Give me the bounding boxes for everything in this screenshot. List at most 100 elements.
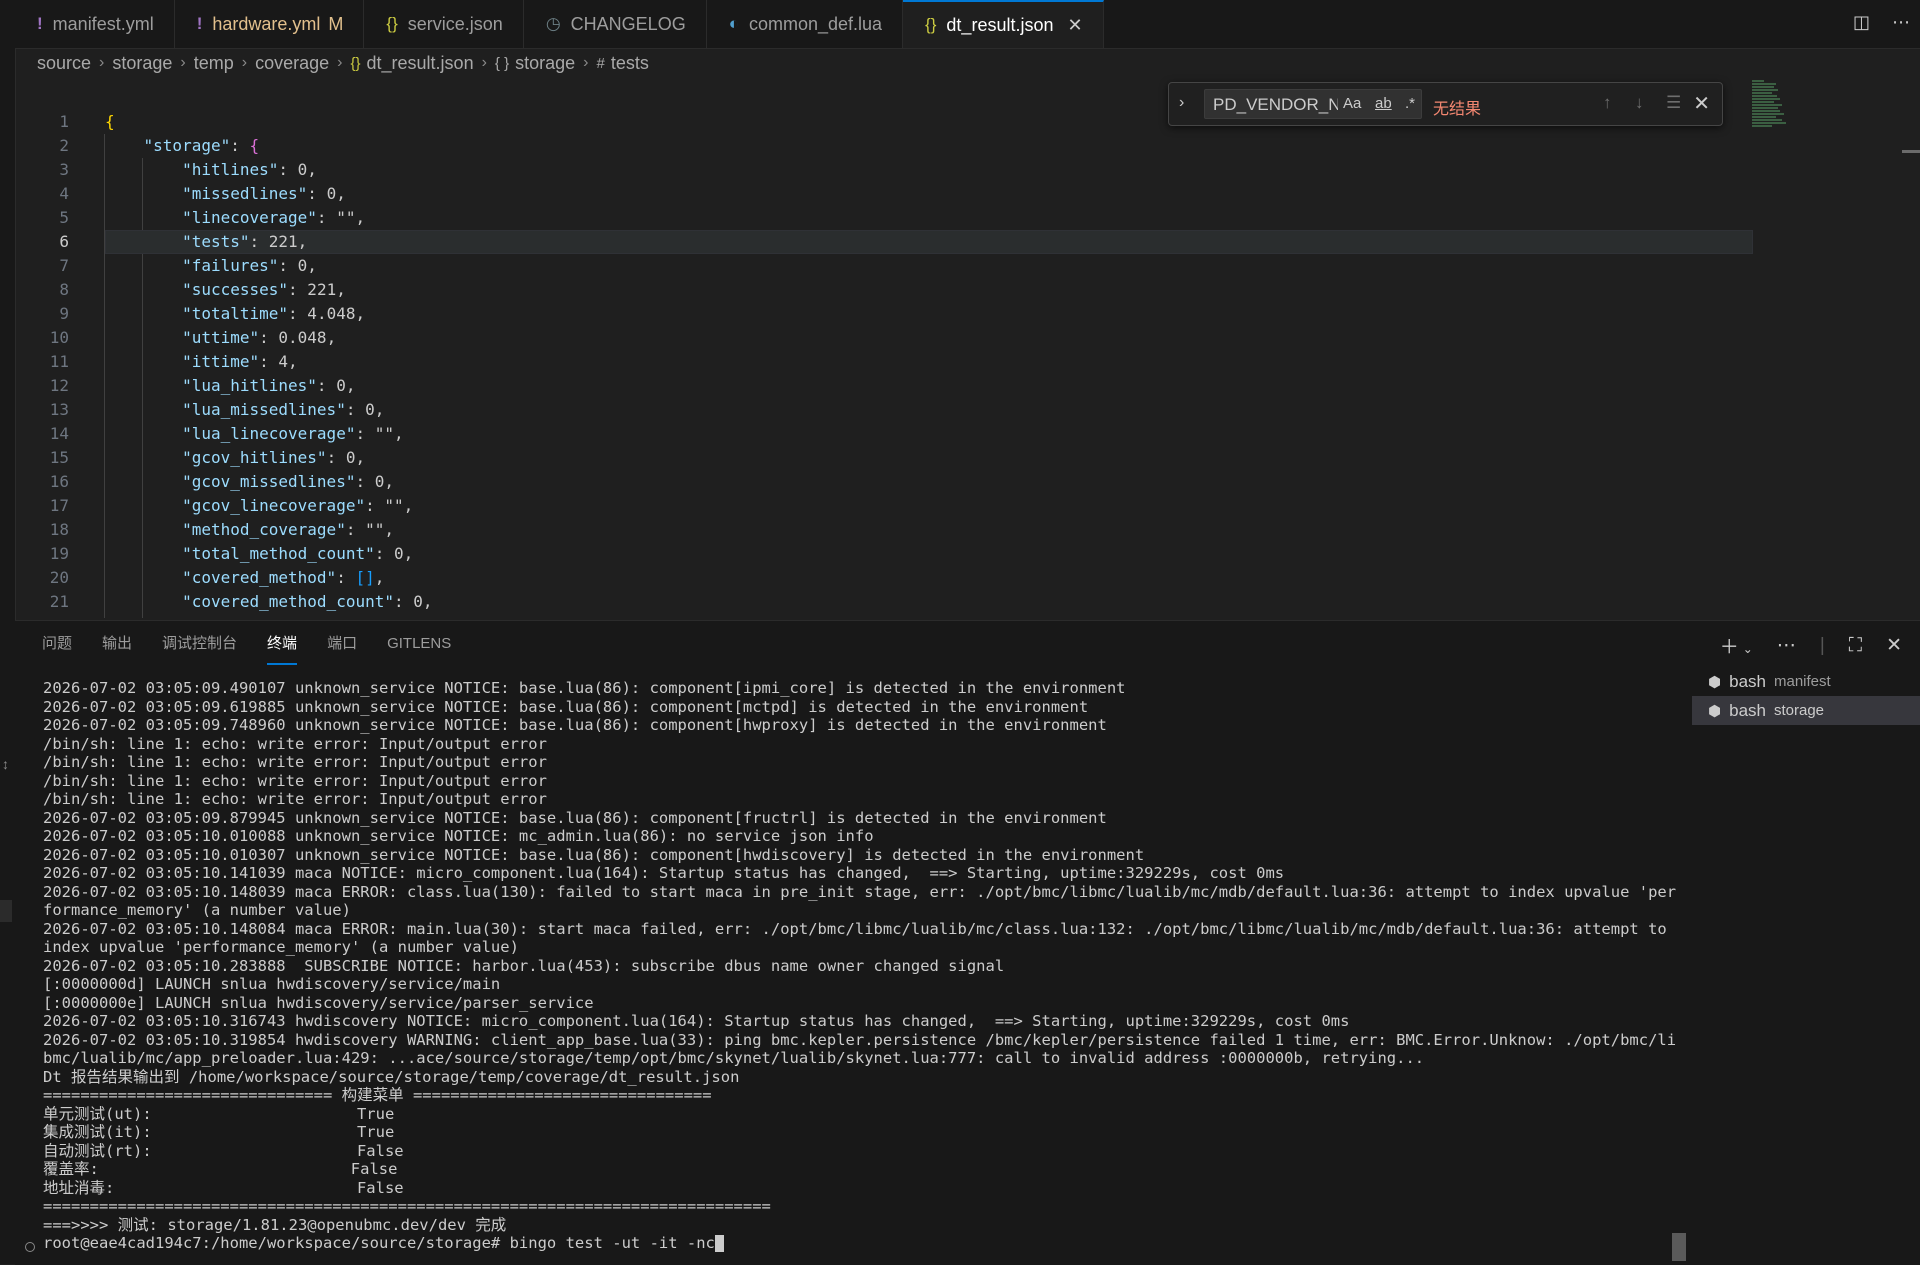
code-text: { <box>105 112 115 131</box>
breadcrumb-item[interactable]: temp <box>194 53 234 74</box>
code-line[interactable]: 9 "totaltime": 4.048, <box>15 302 1920 326</box>
divider: | <box>1819 634 1825 656</box>
tab-problems[interactable]: 问题 <box>42 635 72 663</box>
code-text: "gcov_linecoverage": "", <box>182 496 414 515</box>
tab-manifest-yml[interactable]: ! manifest.yml <box>15 0 175 48</box>
tab-hardware-yml[interactable]: ! hardware.yml M <box>175 0 365 48</box>
breadcrumb-item[interactable]: source <box>37 53 91 74</box>
line-number: 1 <box>59 112 69 131</box>
code-line[interactable]: 15 "gcov_hitlines": 0, <box>15 446 1920 470</box>
line-number: 10 <box>49 328 69 347</box>
terminal-line: 2026-07-02 03:05:09.748960 unknown_servi… <box>43 716 1107 734</box>
code-line[interactable]: 4 "missedlines": 0, <box>15 182 1920 206</box>
breadcrumb-item[interactable]: tests <box>611 53 649 74</box>
code-line[interactable]: 21 "covered_method_count": 0, <box>15 590 1920 614</box>
tab-label: hardware.yml <box>212 13 321 34</box>
tab-label: manifest.yml <box>52 13 154 34</box>
code-line[interactable]: 11 "ittime": 4, <box>15 350 1920 374</box>
tab-dt-result-json[interactable]: {} dt_result.json ✕ <box>903 0 1104 48</box>
terminal-line: 2026-07-02 03:05:10.010307 unknown_servi… <box>43 845 1145 864</box>
tab-label: dt_result.json <box>946 14 1054 35</box>
expand-arrows-icon[interactable]: ↕ <box>2 756 9 772</box>
new-terminal-icon[interactable]: ＋ ⌄ <box>1720 632 1753 659</box>
more-actions-icon[interactable]: ⋯ <box>1892 12 1910 33</box>
tab-service-json[interactable]: {} service.json <box>364 0 524 48</box>
code-text: "gcov_missedlines": 0, <box>182 472 394 491</box>
line-number: 19 <box>49 544 69 563</box>
tab-common-def-lua[interactable]: ◐ common_def.lua <box>707 0 904 48</box>
terminal-line: 地址消毒: False <box>43 1178 404 1197</box>
tab-debug-console[interactable]: 调试控制台 <box>162 635 237 663</box>
code-editor[interactable]: 1 {2 "storage": {3 "hitlines": 0, 4 "misse… <box>15 110 1920 618</box>
split-editor-icon[interactable]: ◫ <box>1853 12 1870 33</box>
code-line[interactable]: 13 "lua_missedlines": 0, <box>15 398 1920 422</box>
chevron-right-icon[interactable]: › <box>1179 94 1184 112</box>
terminal-line: [:0000000d] LAUNCH snlua hwdiscovery/ser… <box>43 975 501 993</box>
code-text: "uttime": 0.048, <box>182 328 337 347</box>
terminal-item-manifest[interactable]: ⬢ bash manifest <box>1692 667 1920 696</box>
whole-word-icon[interactable]: ab <box>1375 95 1392 112</box>
terminal-line: [:0000000e] LAUNCH snlua hwdiscovery/ser… <box>43 993 594 1012</box>
breadcrumb-item[interactable]: storage <box>112 53 172 74</box>
line-number: 6 <box>59 232 69 251</box>
code-line[interactable]: 8 "successes": 221, <box>15 278 1920 302</box>
chevron-right-icon: › <box>241 54 248 71</box>
arrow-down-icon[interactable]: ↓ <box>1635 93 1644 113</box>
code-line[interactable]: 7 "failures": 0, <box>15 254 1920 278</box>
code-line[interactable]: 5 "linecoverage": "", <box>15 206 1920 230</box>
code-line[interactable]: 6 "tests": 221, <box>15 230 1920 254</box>
breadcrumb: source › storage › temp › coverage › {} … <box>37 52 649 74</box>
find-in-selection-icon[interactable]: ☰ <box>1666 93 1681 113</box>
more-actions-icon[interactable]: ⋯ <box>1777 634 1796 657</box>
breadcrumb-item[interactable]: storage <box>515 53 575 74</box>
tab-changelog[interactable]: ◷ CHANGELOG <box>524 0 707 48</box>
json-icon: {} <box>386 14 398 33</box>
code-line[interactable]: 20 "covered_method": [], <box>15 566 1920 590</box>
terminal-scrollbar[interactable] <box>1672 1233 1686 1261</box>
arrow-up-icon[interactable]: ↑ <box>1603 93 1612 113</box>
bash-icon: ⬢ <box>1708 673 1722 691</box>
regex-icon[interactable]: .* <box>1405 95 1415 112</box>
close-icon[interactable]: ✕ <box>1067 15 1082 36</box>
tab-terminal[interactable]: 终端 <box>267 635 298 665</box>
code-line[interactable]: 3 "hitlines": 0, <box>15 158 1920 182</box>
terminal-item-storage[interactable]: ⬢ bash storage <box>1692 696 1920 725</box>
code-line[interactable]: 14 "lua_linecoverage": "", <box>15 422 1920 446</box>
code-line[interactable]: 2 "storage": { <box>15 134 1920 158</box>
code-text: "gcov_hitlines": 0, <box>182 448 366 467</box>
command-decoration-icon[interactable] <box>25 1242 35 1252</box>
code-line[interactable]: 18 "method_coverage": "", <box>15 518 1920 542</box>
terminal-line: 2026-07-02 03:05:10.283888 SUBSCRIBE NOT… <box>43 956 1005 975</box>
code-line[interactable]: 19 "total_method_count": 0, <box>15 542 1920 566</box>
close-panel-icon[interactable]: ✕ <box>1886 634 1902 657</box>
match-case-icon[interactable]: Aa <box>1343 95 1361 112</box>
activity-strip <box>0 0 16 1264</box>
code-line[interactable]: 16 "gcov_missedlines": 0, <box>15 470 1920 494</box>
terminal-line: index upvalue 'performance_memory' (a nu… <box>43 938 519 956</box>
terminal-prompt[interactable]: root@eae4cad194c7:/home/workspace/source… <box>43 1234 1693 1253</box>
lua-icon: ◐ <box>728 14 739 33</box>
tab-ports[interactable]: 端口 <box>327 635 357 663</box>
terminal-output[interactable]: 2026-07-02 03:05:09.490107 unknown_servi… <box>43 679 1693 1257</box>
find-input[interactable]: PD_VENDOR_N Aa ab .* <box>1204 89 1422 119</box>
code-line[interactable]: 10 "uttime": 0.048, <box>15 326 1920 350</box>
code-line[interactable]: 17 "gcov_linecoverage": "", <box>15 494 1920 518</box>
maximize-panel-icon[interactable]: ⛶ <box>1849 635 1862 657</box>
code-text: "lua_hitlines": 0, <box>182 376 356 395</box>
tab-gitlens[interactable]: GITLENS <box>387 635 451 663</box>
tab-output[interactable]: 输出 <box>102 635 132 663</box>
find-input-value: PD_VENDOR_N <box>1213 95 1338 114</box>
chevron-right-icon: › <box>481 54 487 71</box>
breadcrumb-item[interactable]: dt_result.json <box>367 53 474 74</box>
minimap[interactable] <box>1752 80 1792 140</box>
sash-marker <box>0 900 12 922</box>
terminal-line: 自动测试(rt): False <box>43 1141 404 1160</box>
breadcrumb-item[interactable]: coverage <box>255 53 329 74</box>
terminal-line: 2026-07-02 03:05:10.141039 maca NOTICE: … <box>43 864 1285 882</box>
code-line[interactable]: 12 "lua_hitlines": 0, <box>15 374 1920 398</box>
terminal-line: /bin/sh: line 1: echo: write error: Inpu… <box>43 771 547 790</box>
close-icon[interactable]: ✕ <box>1693 91 1710 116</box>
terminal-line: 2026-07-02 03:05:09.490107 unknown_servi… <box>43 679 1126 697</box>
terminal-list: ⬢ bash manifest ⬢ bash storage <box>1692 667 1920 725</box>
terminal-name: manifest <box>1773 673 1831 690</box>
